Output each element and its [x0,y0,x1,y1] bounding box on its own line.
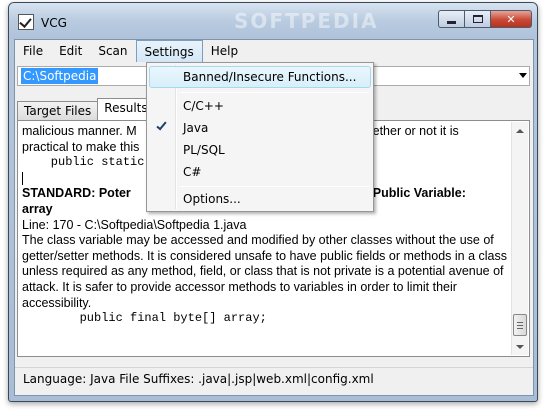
menu-item-plsql[interactable]: PL/SQL [149,139,371,161]
close-button[interactable]: ✕ [490,10,532,28]
maximize-icon [472,15,483,23]
menu-edit[interactable]: Edit [51,40,90,62]
chevron-down-icon[interactable] [519,73,527,78]
status-bar: Language: Java File Suffixes: .java|.jsp… [15,367,533,389]
caption-buttons: ✕ [438,10,532,28]
target-path-value: C:\Softpedia [21,68,99,84]
menu-item-options[interactable]: Options... [149,188,371,210]
menu-separator [179,92,369,93]
scroll-down-button[interactable] [512,338,528,355]
menu-settings[interactable]: Settings [135,40,203,62]
scroll-thumb[interactable] [513,314,527,336]
menu-item-java-label: Java [183,121,209,135]
settings-dropdown-menu: Banned/Insecure Functions... C/C++ Java … [146,62,374,212]
title-bar[interactable]: VCG SOFTPEDIA ✕ [9,3,537,39]
vertical-scrollbar[interactable] [511,122,528,355]
tab-target-files[interactable]: Target Files [17,101,99,120]
window-title: VCG [41,16,67,30]
watermark: SOFTPEDIA [234,9,379,33]
grip-line [517,322,523,323]
menu-scan[interactable]: Scan [90,40,135,62]
arrow-up-icon [516,128,524,133]
grip-line [517,328,523,329]
grip-line [517,325,523,326]
maximize-button[interactable] [464,10,490,28]
result-line-1-left: malicious manner. M [22,124,137,138]
status-text: Language: Java File Suffixes: .java|.jsp… [23,372,374,386]
finding-title-right: Public Variable: [372,186,466,201]
app-icon [18,14,34,30]
result-line-1-right: ether or not it is [372,124,459,138]
text-caret [22,171,23,185]
checkmark-icon [156,119,167,131]
finding-description: The class variable may be accessed and m… [22,233,507,310]
menu-item-java[interactable]: Java [149,117,371,139]
scroll-up-button[interactable] [512,122,528,139]
arrow-down-icon [516,344,524,349]
menu-help[interactable]: Help [203,40,246,62]
menu-separator [179,186,369,187]
menu-item-csharp[interactable]: C# [149,161,371,183]
menu-item-cpp[interactable]: C/C++ [149,95,371,117]
menu-file[interactable]: File [15,40,51,62]
menu-bar: File Edit Scan Settings Help [15,40,533,62]
finding-location: Line: 170 - C:\Softpedia\Softpedia 1.jav… [22,217,247,232]
menu-item-banned-functions[interactable]: Banned/Insecure Functions... [149,66,371,88]
code-line-2: public final byte[] array; [22,311,267,326]
close-icon: ✕ [506,12,516,26]
minimize-icon [447,20,456,24]
finding-title-left: STANDARD: Poter [22,186,131,201]
minimize-button[interactable] [438,10,464,28]
